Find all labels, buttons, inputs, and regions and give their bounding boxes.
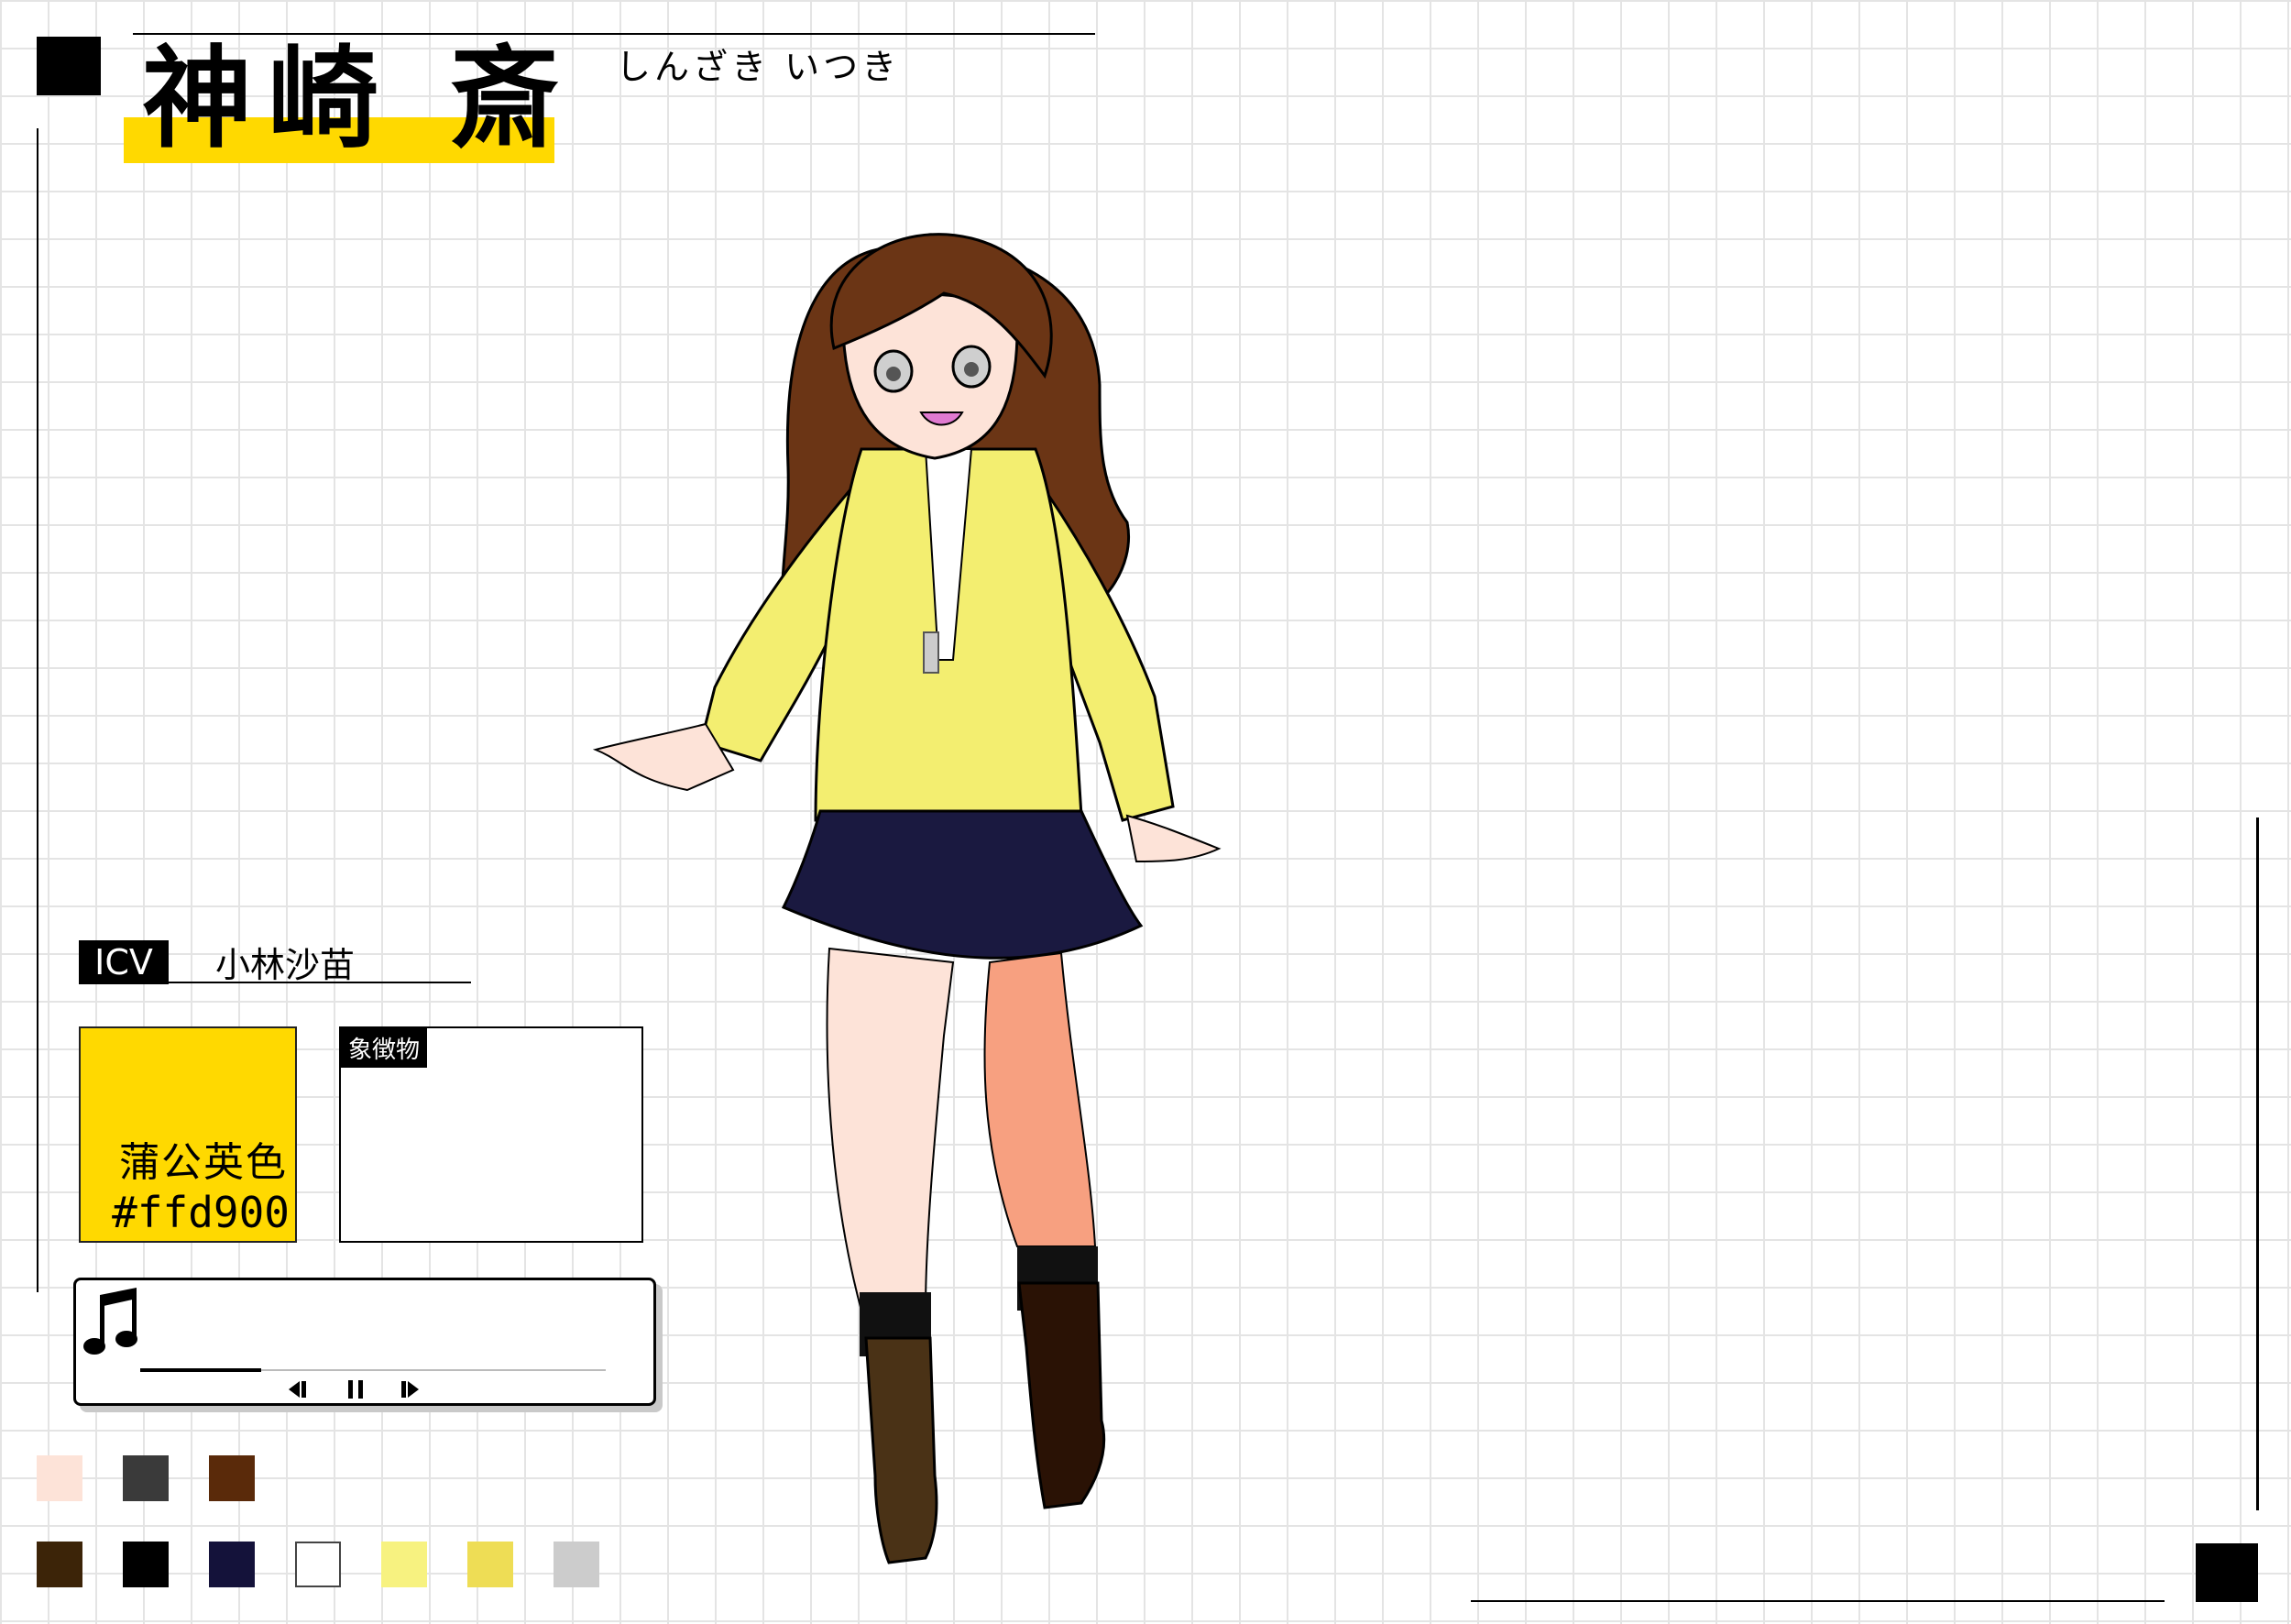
symbol-label: 象徴物 xyxy=(341,1028,428,1068)
music-note-icon xyxy=(83,1288,137,1355)
palette-swatch xyxy=(37,1455,82,1501)
cv-tag: ICV xyxy=(79,940,169,984)
frame-line-bottom xyxy=(1471,1600,2165,1602)
left-hand xyxy=(592,722,735,792)
palette-swatch xyxy=(467,1542,513,1587)
character-illustration xyxy=(592,233,1222,1564)
palette-swatch xyxy=(37,1542,82,1587)
frame-line-right xyxy=(2256,817,2259,1510)
palette-swatch xyxy=(209,1455,255,1501)
theme-color-name: 蒲公英色 xyxy=(119,1139,288,1186)
palette-swatch xyxy=(295,1542,341,1587)
theme-color-card: 蒲公英色 #ffd900 xyxy=(79,1026,297,1243)
pause-icon[interactable] xyxy=(342,1376,369,1403)
corner-square-top-left xyxy=(37,37,101,95)
right-leg xyxy=(983,951,1097,1247)
corner-square-bottom-right xyxy=(2196,1543,2258,1602)
right-hand xyxy=(1125,814,1222,863)
palette-swatch xyxy=(209,1542,255,1587)
progress-bar xyxy=(140,1368,261,1372)
music-player xyxy=(73,1278,656,1406)
next-icon[interactable] xyxy=(397,1376,424,1403)
frame-line-left xyxy=(37,128,38,1292)
left-leg xyxy=(826,947,955,1311)
palette-swatch xyxy=(123,1455,169,1501)
left-boot xyxy=(864,1336,938,1564)
previous-icon[interactable] xyxy=(283,1376,311,1403)
character-name-reading: しんざき いつき xyxy=(616,47,901,87)
character-name: 神崎 斎 xyxy=(142,34,576,163)
theme-color-hex: #ffd900 xyxy=(112,1188,290,1237)
cv-name: 小林沙苗 xyxy=(215,945,356,985)
palette-swatch xyxy=(381,1542,427,1587)
right-boot xyxy=(1017,1281,1106,1509)
palette-swatch xyxy=(123,1542,169,1587)
skirt xyxy=(781,809,1144,960)
zipper-pull xyxy=(923,631,939,674)
cv-underline xyxy=(169,982,471,983)
